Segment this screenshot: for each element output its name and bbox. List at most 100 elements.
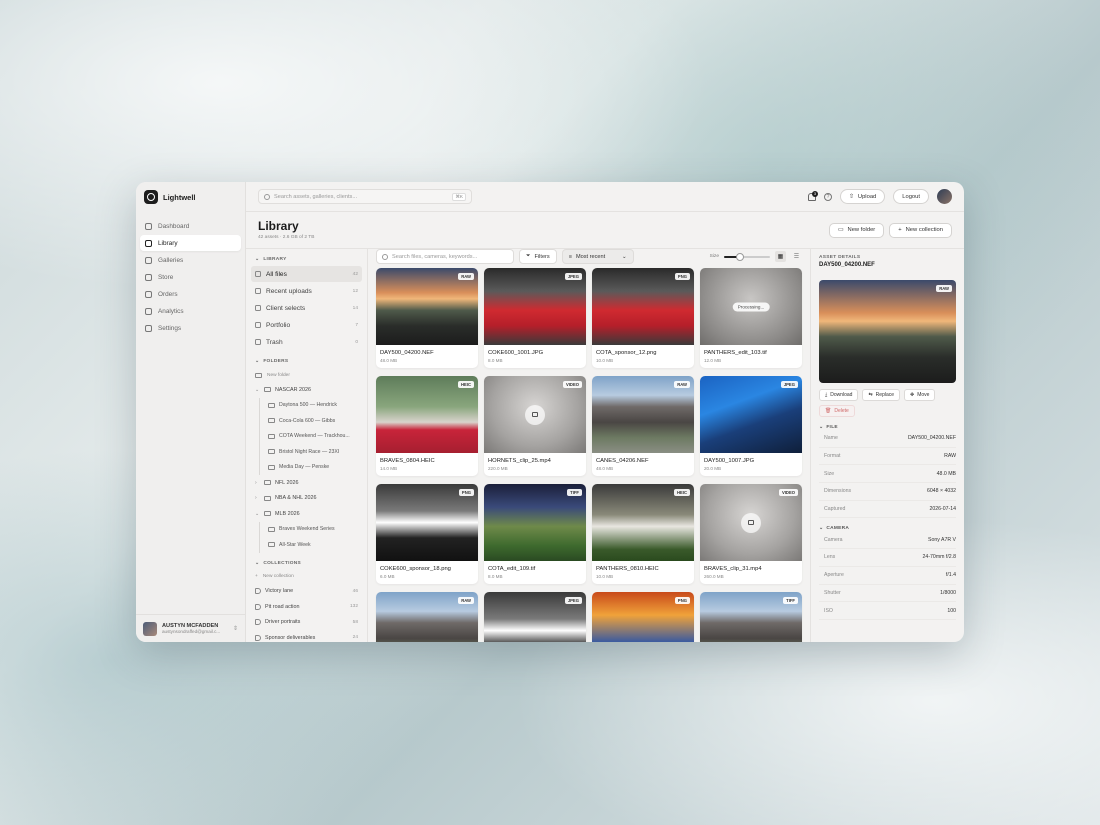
asset-thumbnail[interactable]: VIDEO [484, 376, 586, 453]
asset-thumbnail[interactable]: JPEG [484, 592, 586, 642]
asset-thumbnail[interactable]: TIFF [484, 484, 586, 561]
delete-button[interactable]: 🗑 Delete [819, 405, 855, 417]
asset-thumbnail[interactable]: Processing... [700, 268, 802, 345]
new-collection-link[interactable]: + New collection [251, 570, 362, 584]
filters-button[interactable]: ⏷ Filters [519, 249, 557, 264]
asset-card[interactable]: VIDEO HORNETS_clip_25.mp4 220.0 MB [484, 376, 586, 476]
asset-size: 260.0 MB [704, 574, 724, 579]
camera-section-label: CAMERA [826, 526, 850, 532]
asset-search-input[interactable]: Search files, cameras, keywords... [376, 249, 514, 264]
avatar [143, 621, 157, 636]
sidebar-item-library[interactable]: Library [140, 235, 241, 251]
sort-select[interactable]: ≡ Most recent ⌄ [561, 249, 634, 264]
subfolder-item[interactable]: Bristol Night Race — 23XI [260, 444, 362, 460]
size-label: Size [709, 254, 719, 259]
sidebar-item-orders[interactable]: Orders [140, 286, 241, 302]
new-folder-button[interactable]: ▭ New folder [829, 222, 885, 238]
size-slider[interactable] [724, 252, 770, 261]
asset-thumbnail[interactable]: PNG [376, 484, 478, 561]
new-collection-button[interactable]: + New collection [889, 222, 952, 238]
folder-item[interactable]: ⌄ NASCAR 2026 [251, 382, 362, 398]
asset-thumbnail[interactable]: JPEG [484, 268, 586, 345]
asset-thumbnail[interactable]: HEIC [592, 484, 694, 561]
help-icon[interactable]: ? [824, 192, 833, 201]
collection-item[interactable]: Pit road action 132 [251, 599, 362, 615]
chevron-down-icon: ⌄ [622, 253, 627, 260]
global-search-input[interactable]: Search assets, galleries, clients... ⌘K [258, 189, 472, 204]
sidebar-item-settings[interactable]: Settings [140, 320, 241, 336]
asset-card[interactable]: JPEG COKE600_1001.JPG 8.0 MB [484, 268, 586, 368]
download-button[interactable]: ⤓ Download [819, 389, 859, 401]
folder-item[interactable]: › NBA & NHL 2026 [251, 491, 362, 507]
asset-thumbnail[interactable]: RAW [376, 268, 478, 345]
asset-card[interactable]: RAW CANES_04206.NEF 48.0 MB [592, 376, 694, 476]
brand[interactable]: Lightwell [136, 182, 245, 212]
new-folder-link[interactable]: New folder [251, 368, 362, 382]
asset-card[interactable]: HEIC PANTHERS_0810.HEIC 10.0 MB [592, 484, 694, 584]
asset-card[interactable]: PNG [592, 592, 694, 642]
asset-card[interactable]: TIFF COTA_edit_109.tif 8.0 MB [484, 484, 586, 584]
asset-card[interactable]: VIDEO BRAVES_clip_31.mp4 260.0 MB [700, 484, 802, 584]
metadata-key: Captured [824, 506, 846, 513]
avatar[interactable] [937, 189, 952, 204]
collection-item[interactable]: Driver portraits 58 [251, 615, 362, 631]
folders-section-title[interactable]: ⌄ FOLDERS [255, 359, 362, 364]
slider-handle[interactable] [736, 252, 745, 261]
asset-card[interactable]: RAW [376, 592, 478, 642]
sidebar-item-label: Orders [158, 290, 178, 298]
replace-button[interactable]: ⇆ Replace [862, 389, 901, 401]
library-item[interactable]: Client selects 14 [251, 300, 362, 316]
sidebar-item-analytics[interactable]: Analytics [140, 303, 241, 319]
asset-card[interactable]: HEIC BRAVES_0804.HEIC 14.0 MB [376, 376, 478, 476]
user-menu[interactable]: AUSTYN MCFADDEN austynsondraffed@gmail.c… [136, 614, 245, 642]
library-item[interactable]: Portfolio 7 [251, 317, 362, 333]
collections-section-title[interactable]: ⌄ COLLECTIONS [255, 561, 362, 566]
collection-item[interactable]: Victory lane 46 [251, 584, 362, 600]
library-item[interactable]: Trash 0 [251, 334, 362, 350]
collection-count: 24 [352, 635, 358, 641]
folder-item[interactable]: ⌄ MLB 2026 [251, 506, 362, 522]
asset-card[interactable]: RAW DAY500_04200.NEF 48.0 MB [376, 268, 478, 368]
asset-thumbnail[interactable]: RAW [376, 592, 478, 642]
asset-card[interactable]: TIFF [700, 592, 802, 642]
asset-thumbnail[interactable]: PNG [592, 592, 694, 642]
asset-card[interactable]: JPEG DAY500_1007.JPG 20.0 MB [700, 376, 802, 476]
list-view-button[interactable]: ☰ [791, 251, 802, 262]
new-folder-label: New folder [267, 372, 290, 378]
asset-thumbnail[interactable]: JPEG [700, 376, 802, 453]
subfolder-item[interactable]: All-Star Week [260, 537, 362, 553]
logout-button[interactable]: Logout [893, 189, 929, 204]
sidebar-item-dashboard[interactable]: Dashboard [140, 218, 241, 234]
asset-card[interactable]: PNG COTA_sponsor_12.png 10.0 MB [592, 268, 694, 368]
asset-name: COTA_sponsor_12.png [596, 350, 657, 356]
asset-thumbnail[interactable]: TIFF [700, 592, 802, 642]
folder-item[interactable]: › NFL 2026 [251, 475, 362, 491]
metadata-value: RAW [944, 453, 956, 460]
subfolder-item[interactable]: Media Day — Penske [260, 460, 362, 476]
asset-thumbnail[interactable]: VIDEO [700, 484, 802, 561]
folder-icon [255, 322, 261, 328]
subfolder-item[interactable]: Coca-Cola 600 — Gibbs [260, 413, 362, 429]
filter-icon: ⏷ [526, 253, 531, 259]
library-section-title[interactable]: ⌄ LIBRARY [255, 257, 362, 262]
library-item[interactable]: Recent uploads 12 [251, 283, 362, 299]
asset-card[interactable]: PNG COKE600_sponsor_18.png 6.0 MB [376, 484, 478, 584]
sidebar-item-store[interactable]: Store [140, 269, 241, 285]
upload-button[interactable]: ⇧ Upload [840, 189, 886, 204]
grid-view-button[interactable]: ▦ [775, 251, 786, 262]
asset-card[interactable]: Processing... PANTHERS_edit_103.tif 12.0 M… [700, 268, 802, 368]
asset-thumbnail[interactable]: RAW [592, 376, 694, 453]
sidebar-item-galleries[interactable]: Galleries [140, 252, 241, 268]
subfolder-item[interactable]: Daytona 500 — Hendrick [260, 398, 362, 414]
format-badge: PNG [674, 597, 690, 604]
asset-card[interactable]: JPEG [484, 592, 586, 642]
library-item[interactable]: All files 42 [251, 266, 362, 282]
move-button[interactable]: ✥ Move [904, 389, 936, 401]
bell-icon[interactable]: 3 [808, 190, 819, 201]
subfolder-item[interactable]: Braves Weekend Series [260, 522, 362, 538]
collection-item[interactable]: Sponsor deliverables 24 [251, 630, 362, 642]
subfolder-item[interactable]: COTA Weekend — Trackhou... [260, 429, 362, 445]
asset-thumbnail[interactable]: PNG [592, 268, 694, 345]
asset-preview[interactable]: RAW [819, 280, 956, 383]
asset-thumbnail[interactable]: HEIC [376, 376, 478, 453]
